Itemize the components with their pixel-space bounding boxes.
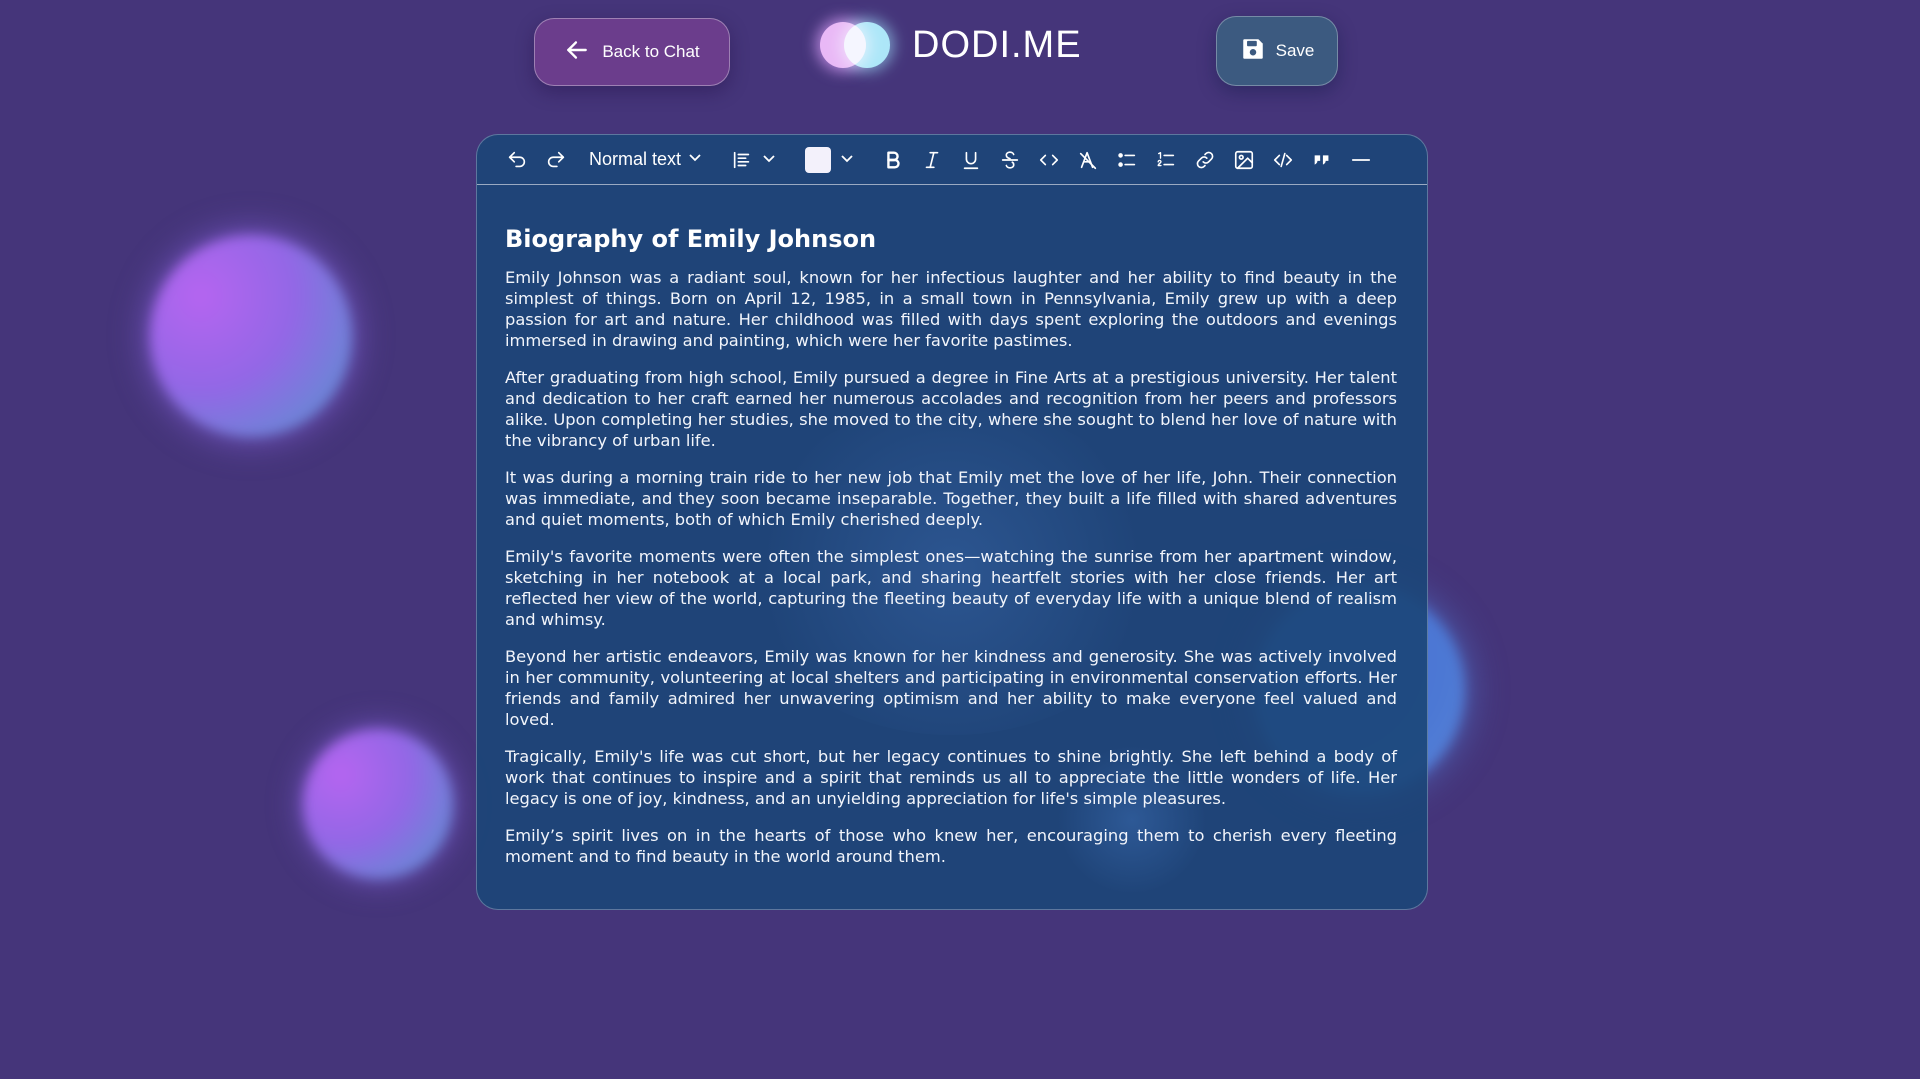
horizontal-rule-icon[interactable] bbox=[1341, 144, 1380, 176]
decorative-orb bbox=[303, 729, 453, 879]
bold-icon[interactable] bbox=[873, 144, 912, 176]
paragraph: It was during a morning train ride to he… bbox=[505, 468, 1397, 529]
redo-icon[interactable] bbox=[536, 144, 575, 176]
color-swatch bbox=[805, 146, 832, 173]
text-color-dropdown[interactable] bbox=[805, 146, 855, 173]
chevron-down-icon bbox=[839, 150, 855, 170]
editor-toolbar: Normal text bbox=[477, 135, 1427, 185]
paragraph: Tragically, Emily's life was cut short, … bbox=[505, 747, 1397, 808]
inline-code-icon[interactable] bbox=[1029, 144, 1068, 176]
save-button[interactable]: Save bbox=[1216, 16, 1338, 86]
arrow-left-icon bbox=[564, 37, 590, 68]
code-block-icon[interactable] bbox=[1263, 144, 1302, 176]
paragraph: Emily's favorite moments were often the … bbox=[505, 547, 1397, 629]
undo-icon[interactable] bbox=[497, 144, 536, 176]
clear-format-icon[interactable] bbox=[1068, 144, 1107, 176]
brand-name: DODI.ME bbox=[912, 23, 1082, 66]
chevron-down-icon bbox=[687, 149, 703, 170]
document-title: Biography of Emily Johnson bbox=[505, 225, 877, 253]
editor-content[interactable]: Biography of Emily Johnson Emily Johnson… bbox=[477, 185, 1427, 867]
paragraph: Emily Johnson was a radiant soul, known … bbox=[505, 268, 1397, 350]
numbered-list-icon[interactable] bbox=[1146, 144, 1185, 176]
paragraph: Emily’s spirit lives on in the hearts of… bbox=[505, 826, 1397, 866]
rich-text-editor: Normal text Biography of Emily Johnson E… bbox=[476, 134, 1428, 910]
strikethrough-icon[interactable] bbox=[990, 144, 1029, 176]
underline-icon[interactable] bbox=[951, 144, 990, 176]
floppy-disk-icon bbox=[1240, 36, 1266, 67]
logo-icon bbox=[818, 18, 892, 72]
decorative-orb bbox=[150, 235, 352, 437]
alignment-dropdown[interactable] bbox=[731, 144, 777, 176]
italic-icon[interactable] bbox=[912, 144, 951, 176]
back-to-chat-label: Back to Chat bbox=[602, 42, 700, 61]
align-left-icon bbox=[731, 144, 753, 176]
bullet-list-icon[interactable] bbox=[1107, 144, 1146, 176]
quote-icon[interactable] bbox=[1302, 144, 1341, 176]
paragraph: Beyond her artistic endeavors, Emily was… bbox=[505, 647, 1397, 729]
save-label: Save bbox=[1275, 41, 1315, 60]
link-icon[interactable] bbox=[1185, 144, 1224, 176]
paragraph: After graduating from high school, Emily… bbox=[505, 368, 1397, 450]
brand-logo: DODI.ME bbox=[818, 18, 1082, 72]
chevron-down-icon bbox=[761, 150, 777, 170]
text-style-value: Normal text bbox=[589, 149, 682, 169]
back-to-chat-button[interactable]: Back to Chat bbox=[534, 18, 730, 86]
image-icon[interactable] bbox=[1224, 144, 1263, 176]
text-style-dropdown[interactable]: Normal text bbox=[589, 149, 703, 170]
